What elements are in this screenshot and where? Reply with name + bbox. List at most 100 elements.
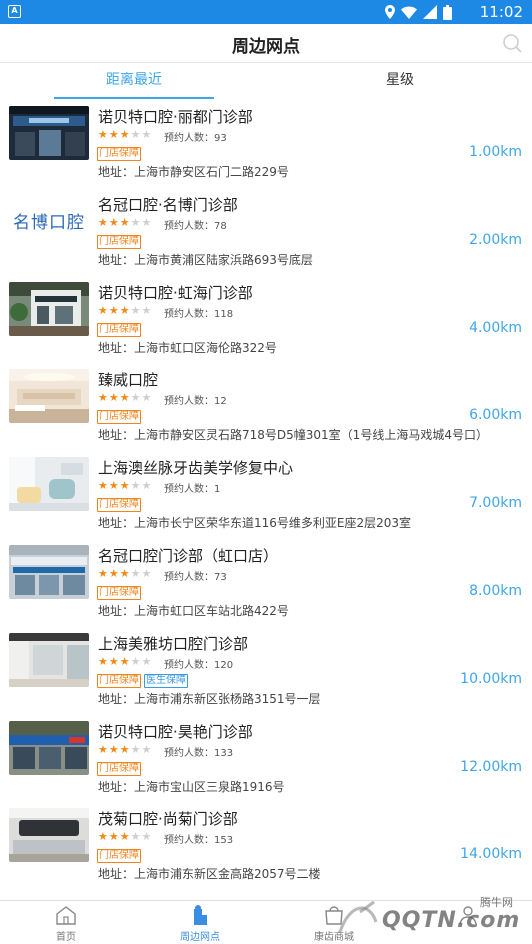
clinic-distance: 4.00km (469, 319, 522, 336)
star-filled-icon: ★ (98, 479, 108, 493)
star-empty-icon: ★ (141, 215, 152, 229)
clinic-name: 臻威口腔 (98, 371, 159, 390)
wifi-icon (401, 6, 417, 19)
badges: 门店保障 (97, 585, 141, 600)
profile-icon (459, 906, 477, 925)
clinic-address: 地址：上海市宝山区三泉路1916号 (98, 779, 285, 794)
star-filled-icon: ★ (108, 654, 119, 668)
booking-count: 预约人数：12 (164, 396, 227, 408)
clinic-name: 上海澳丝脉牙齿美学修复中心 (98, 459, 294, 478)
store-guarantee-badge: 门店保障 (97, 322, 141, 337)
tab-rating[interactable]: 星级 (320, 63, 480, 99)
star-empty-icon: ★ (130, 128, 141, 141)
booking-count: 预约人数：153 (164, 835, 234, 847)
rating-stars: ★ ★ ★ ★ ★ (98, 215, 152, 229)
battery-icon (443, 4, 452, 20)
star-filled-icon: ★ (108, 830, 119, 844)
star-filled-icon: ★ (98, 566, 108, 580)
star-empty-icon: ★ (141, 128, 152, 141)
clinic-logo-text: 名博口腔 (13, 213, 85, 234)
clinic-photo (9, 281, 89, 336)
clinic-address: 地址：上海市静安区灵石路718号D5幢301室（1号线上海马戏城4号口） (98, 428, 488, 443)
store-guarantee-badge: 门店保障 (97, 673, 141, 688)
star-filled-icon: ★ (119, 742, 130, 756)
star-filled-icon: ★ (119, 654, 130, 668)
booking-count: 预约人数：1 (164, 484, 221, 496)
star-empty-icon: ★ (130, 303, 141, 317)
clinic-photo (9, 632, 89, 687)
star-empty-icon: ★ (130, 654, 141, 668)
star-filled-icon: ★ (119, 830, 130, 844)
badges: 门店保障 (97, 322, 141, 337)
badges: 门店保障 (97, 498, 141, 513)
clinic-item[interactable]: 诺贝特口腔·昊艳门诊部 ★ ★ ★ ★ ★ 预约人数：133 门店保障 地址：上海市宝山… (0, 715, 532, 803)
star-filled-icon: ★ (119, 391, 130, 405)
star-filled-icon: ★ (108, 391, 119, 405)
sort-tabs: 距离最近 星级 (0, 63, 532, 99)
clinic-photo (9, 720, 89, 775)
booking-count: 预约人数：78 (164, 220, 227, 232)
nav-store-label: 康齿商城 (314, 932, 354, 943)
clinic-item[interactable]: 名博口腔 名冠口腔·名博门诊部 ★ ★ ★ ★ ★ 预约人数：78 门店保障 地址：上海… (0, 188, 532, 276)
nav-store[interactable]: 康齿商城 (294, 901, 374, 944)
rating-stars: ★ ★ ★ ★ ★ (98, 742, 152, 756)
status-icons (385, 4, 452, 20)
clinic-address: 地址：上海市浦东新区金高路2057号二楼 (98, 867, 321, 882)
badges: 门店保障 (97, 234, 141, 249)
title-bar: 周边网点 (0, 24, 532, 63)
clinic-item[interactable]: 诺贝特口腔·丽都门诊部 ★ ★ ★ ★ ★ 预约人数：93 门店保障 地址：上海市静安区… (0, 100, 532, 188)
star-filled-icon: ★ (98, 303, 108, 317)
clinic-item[interactable]: 名冠口腔门诊部（虹口店） ★ ★ ★ ★ ★ 预约人数：73 门店保障 地址：上海市虹口… (0, 539, 532, 627)
page-title: 周边网点 (232, 37, 300, 57)
clinic-photo (9, 106, 89, 160)
status-time: 11:02 (479, 3, 523, 21)
nav-nearby[interactable]: 周边网点 (160, 901, 240, 944)
booking-count: 预约人数：93 (164, 133, 227, 144)
clinic-distance: 1.00km (469, 144, 522, 160)
clinic-photo (9, 808, 89, 863)
nav-profile[interactable] (428, 901, 508, 944)
star-empty-icon: ★ (130, 742, 141, 756)
star-filled-icon: ★ (108, 215, 119, 229)
store-icon (325, 906, 343, 925)
badges: 门店保障 医生保障 (97, 673, 188, 688)
star-filled-icon: ★ (119, 303, 130, 317)
star-filled-icon: ★ (98, 830, 108, 844)
rating-stars: ★ ★ ★ ★ ★ (98, 831, 151, 843)
rating-stars: ★ ★ ★ ★ ★ (98, 129, 151, 141)
clinic-name: 名冠口腔·名博门诊部 (98, 195, 238, 214)
clinic-item[interactable]: 诺贝特口腔·虹海门诊部 ★ ★ ★ ★ ★ 预约人数：118 门店保障 地址：上海市虹口… (0, 276, 532, 364)
tab-nearest[interactable]: 距离最近 (54, 63, 214, 99)
app-notification-icon: A (8, 5, 21, 18)
store-guarantee-badge: 门店保障 (97, 147, 141, 161)
clinic-photo (9, 457, 89, 512)
clinic-address: 地址：上海市虹口区海伦路322号 (98, 340, 277, 355)
star-empty-icon: ★ (141, 742, 152, 756)
rating-stars: ★ ★ ★ ★ ★ (98, 654, 152, 668)
star-empty-icon: ★ (141, 391, 152, 405)
clinic-item[interactable]: 上海美雅坊口腔门诊部 ★ ★ ★ ★ ★ 预约人数：120 门店保障 医生保障 地址：上… (0, 627, 532, 715)
star-filled-icon: ★ (119, 215, 130, 229)
nav-home-label: 首页 (56, 932, 76, 943)
star-empty-icon: ★ (130, 215, 141, 229)
store-guarantee-badge: 门店保障 (97, 585, 141, 600)
clinic-address: 地址：上海市长宁区荣华东道116号维多利亚E座2层203室 (98, 516, 412, 531)
star-filled-icon: ★ (119, 566, 130, 580)
nav-home[interactable]: 首页 (26, 901, 106, 944)
store-guarantee-badge: 门店保障 (97, 761, 141, 776)
search-icon[interactable] (502, 33, 522, 53)
star-filled-icon: ★ (98, 215, 108, 229)
star-empty-icon: ★ (141, 830, 152, 844)
star-filled-icon: ★ (119, 479, 130, 493)
star-empty-icon: ★ (141, 654, 152, 668)
clinic-photo (9, 369, 89, 424)
clinic-item[interactable]: 茂菊口腔·尚菊门诊部 ★ ★ ★ ★ ★ 预约人数：153 门店保障 地址：上海市浦东新… (0, 802, 532, 890)
booking-count: 预约人数：133 (164, 747, 234, 759)
store-guarantee-badge: 门店保障 (97, 498, 141, 513)
clinic-item[interactable]: 臻威口腔 ★ ★ ★ ★ ★ 预约人数：12 门店保障 地址：上海市静安区灵石路718号… (0, 363, 532, 451)
rating-stars: ★ ★ ★ ★ ★ (98, 566, 151, 580)
clinic-address: 地址：上海市浦东新区张杨路3151号一层 (98, 691, 321, 706)
rating-stars: ★ ★ ★ ★ ★ (98, 480, 151, 492)
clinic-item[interactable]: 上海澳丝脉牙齿美学修复中心 ★ ★ ★ ★ ★ 预约人数：1 门店保障 地址：上海市长宁… (0, 451, 532, 539)
clinic-distance: 6.00km (469, 407, 522, 424)
